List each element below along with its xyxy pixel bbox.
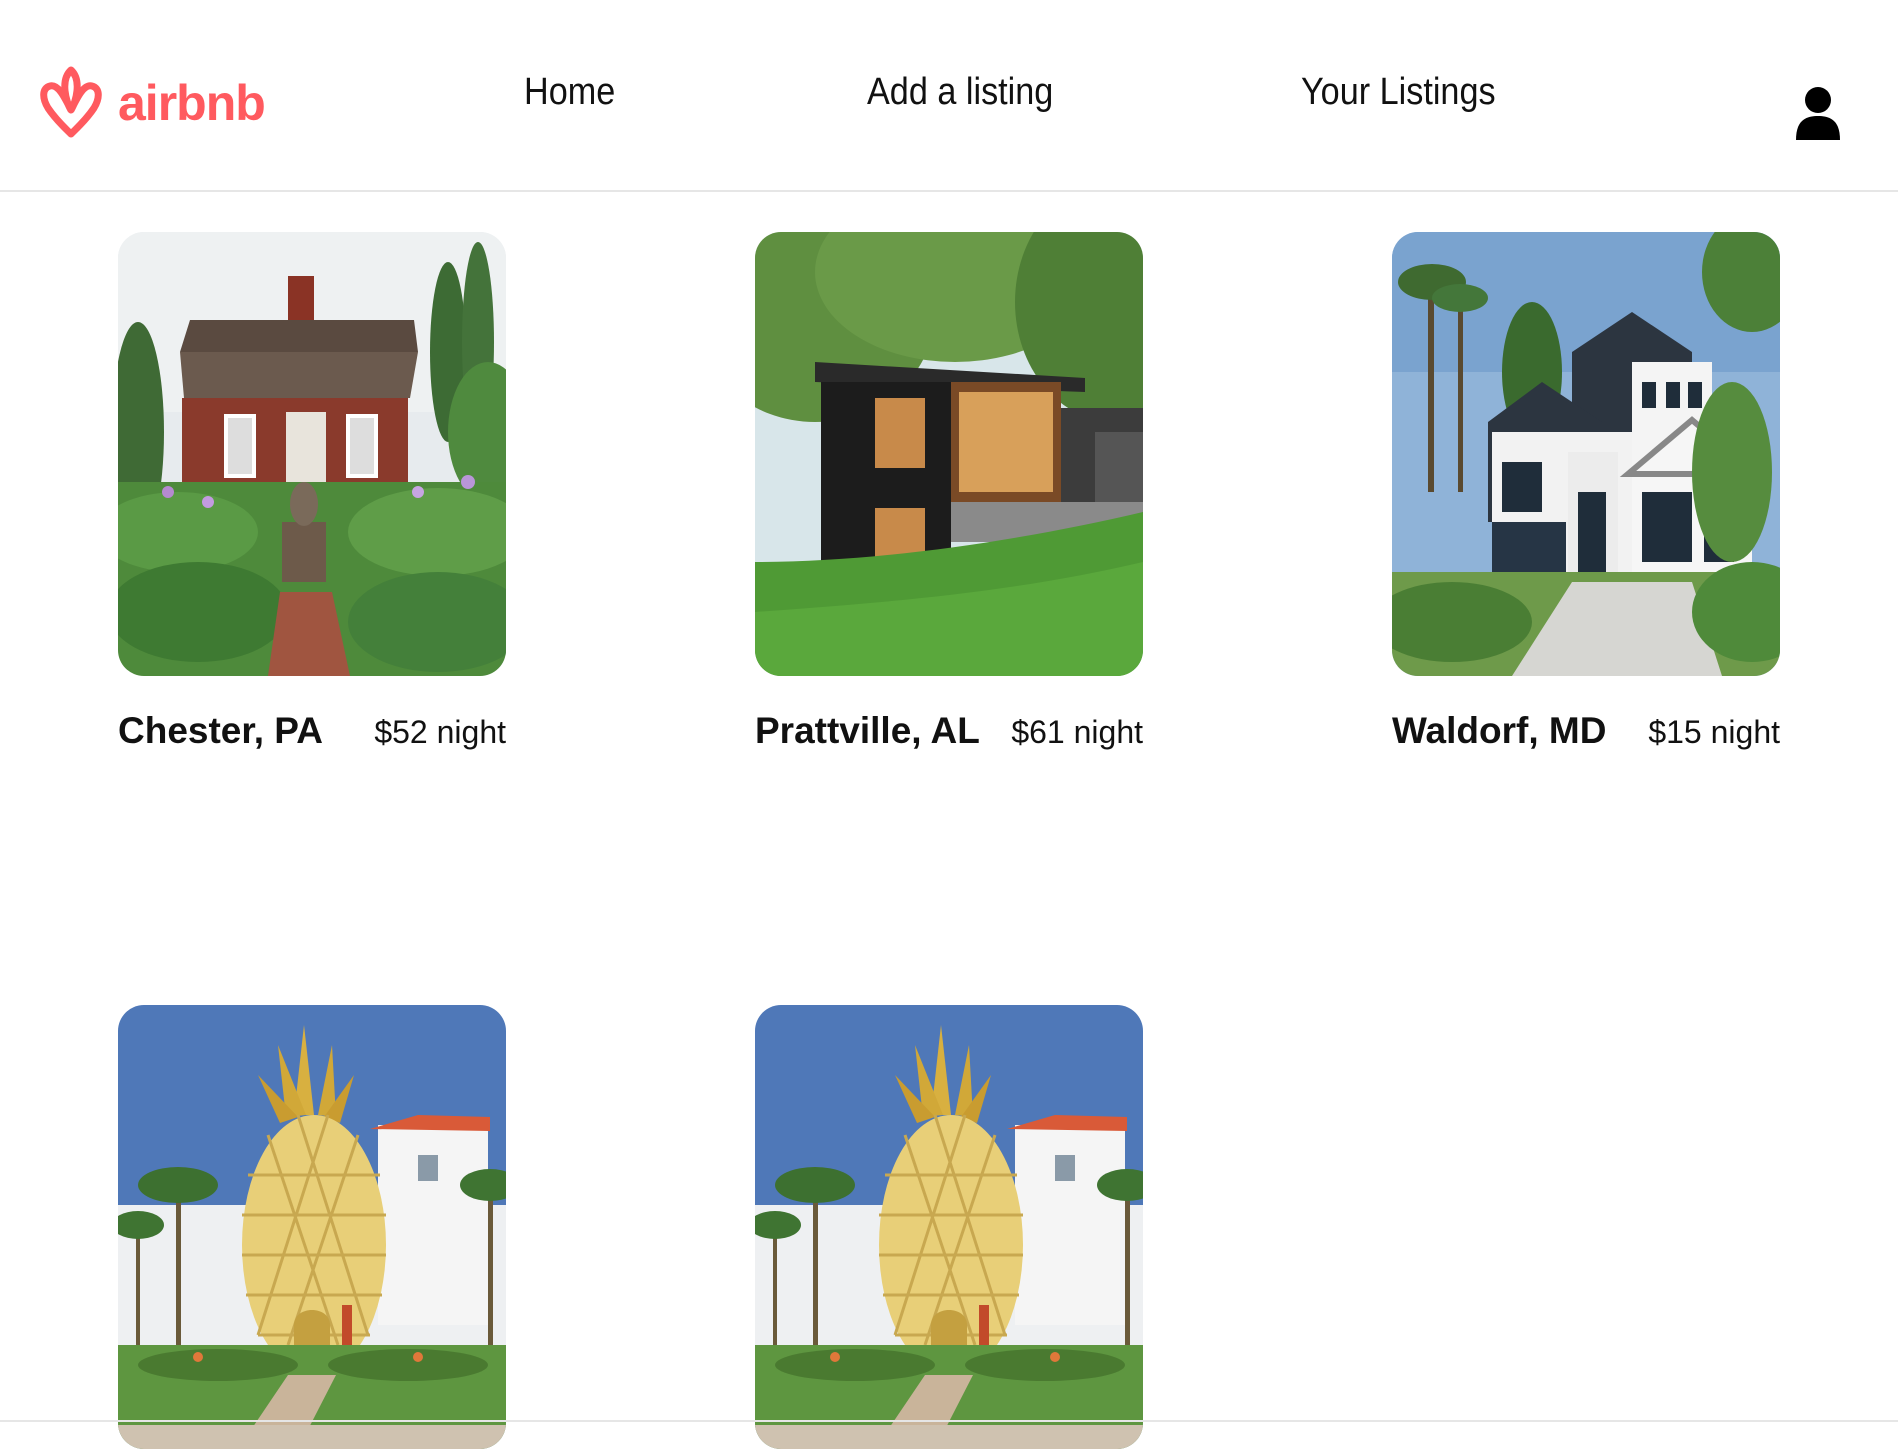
listing-price: $61 night	[1011, 714, 1143, 750]
listing-price: $52 night	[374, 714, 506, 750]
listing-image-modern-black-house[interactable]	[755, 232, 1143, 676]
listing-card[interactable]: Chester, PA $52 night	[118, 232, 506, 752]
nav-your-listings[interactable]: Your Listings	[1301, 66, 1496, 118]
listing-image-pineapple-house[interactable]	[118, 1005, 506, 1449]
airbnb-logo[interactable]: airbnb	[36, 66, 266, 140]
nav-add-listing[interactable]: Add a listing	[867, 66, 1053, 118]
listing-location: Prattville, AL	[755, 710, 980, 751]
brand-name: airbnb	[118, 75, 266, 131]
listing-location: Chester, PA	[118, 710, 323, 751]
listing-card[interactable]: Prattville, AL $61 night	[755, 232, 1143, 752]
top-navbar: airbnb Home Add a listing Your Listings	[0, 0, 1898, 192]
listing-location: Waldorf, MD	[1392, 710, 1607, 751]
listing-card[interactable]	[755, 1005, 1143, 1449]
listing-image-pineapple-house[interactable]	[755, 1005, 1143, 1449]
listing-image-white-modern-house[interactable]	[1392, 232, 1780, 676]
airbnb-logo-icon	[40, 66, 102, 138]
bottom-divider	[0, 1420, 1898, 1422]
listing-info: Chester, PA $52 night	[118, 710, 506, 752]
nav-home[interactable]: Home	[524, 66, 615, 118]
listing-info: Prattville, AL $61 night	[755, 710, 1143, 752]
listing-price: $15 night	[1648, 714, 1780, 750]
user-icon[interactable]	[1794, 86, 1842, 140]
listing-card[interactable]: Waldorf, MD $15 night	[1392, 232, 1780, 752]
listing-image-red-cottage[interactable]	[118, 232, 506, 676]
listing-info: Waldorf, MD $15 night	[1392, 710, 1780, 752]
listing-card[interactable]	[118, 1005, 506, 1449]
